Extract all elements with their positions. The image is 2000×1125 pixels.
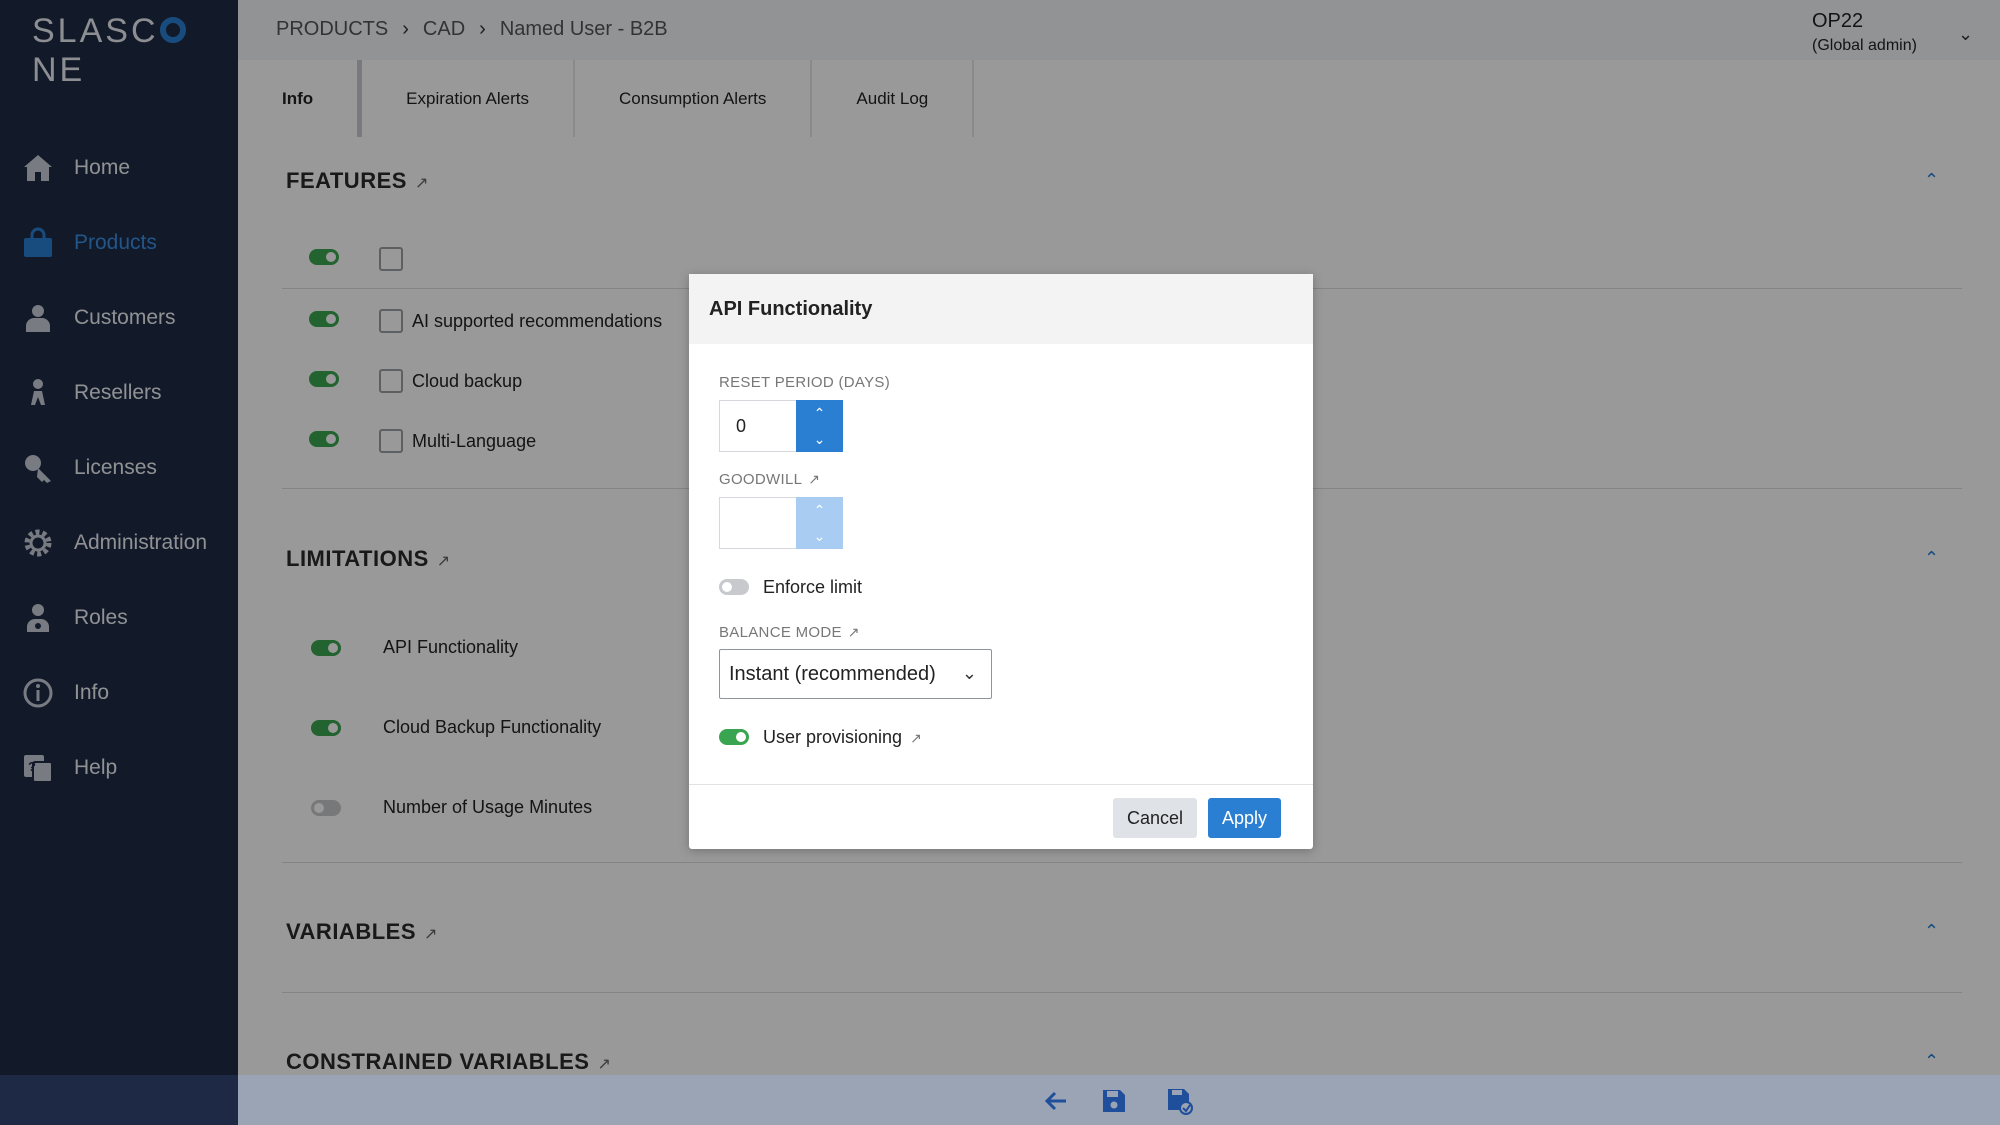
chevron-up-icon[interactable]: ⌃ [796, 497, 843, 523]
external-link-icon[interactable]: ↗ [910, 730, 922, 746]
user-provisioning-toggle[interactable] [719, 729, 749, 745]
external-link-icon[interactable]: ↗ [808, 471, 820, 487]
enforce-limit-label: Enforce limit [763, 577, 863, 597]
reset-period-label: RESET PERIOD (DAYS) [719, 374, 891, 391]
balance-mode-label: BALANCE MODE ↗ [719, 624, 860, 641]
reset-period-input[interactable]: 0 [719, 400, 796, 452]
goodwill-input[interactable] [719, 497, 796, 549]
goodwill-spin: ⌃ ⌄ [796, 497, 843, 549]
chevron-up-icon[interactable]: ⌃ [796, 400, 843, 426]
apply-button[interactable]: Apply [1208, 798, 1282, 838]
enforce-limit-toggle[interactable] [719, 579, 749, 595]
cancel-button[interactable]: Cancel [1113, 798, 1198, 838]
user-provisioning-label: User provisioning ↗ [763, 727, 922, 747]
balance-mode-select[interactable]: Instant (recommended) ⌄ [719, 649, 992, 699]
chevron-down-icon: ⌄ [961, 663, 977, 683]
goodwill-label: GOODWILL ↗ [719, 471, 821, 488]
dialog-title: API Functionality [689, 274, 1313, 344]
back-arrow-icon[interactable] [1042, 1087, 1070, 1115]
chevron-down-icon[interactable]: ⌄ [796, 523, 843, 549]
api-functionality-dialog: API Functionality RESET PERIOD (DAYS) 0 … [689, 274, 1313, 849]
save-icon[interactable] [1100, 1087, 1128, 1115]
goodwill-stepper: ⌃ ⌄ [719, 497, 843, 549]
reset-period-stepper: 0 ⌃ ⌄ [719, 400, 843, 452]
reset-period-spin: ⌃ ⌄ [796, 400, 843, 452]
bottom-action-bar [238, 1075, 2000, 1125]
chevron-down-icon[interactable]: ⌄ [796, 426, 843, 452]
dialog-footer: Cancel Apply [689, 784, 1313, 849]
external-link-icon[interactable]: ↗ [848, 624, 860, 640]
save-and-close-icon[interactable] [1166, 1087, 1194, 1115]
